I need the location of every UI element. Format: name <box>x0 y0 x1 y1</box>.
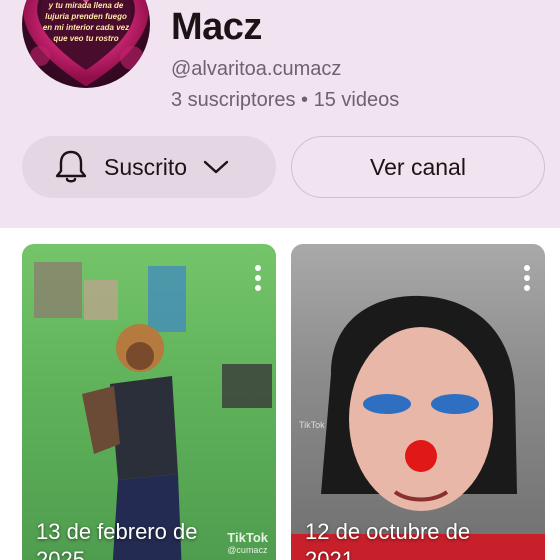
video-card[interactable]: TikTok @cumacz 13 de febrero de 2025 <box>22 244 276 560</box>
avatar-quote-line: que veo tu rostro <box>53 34 119 43</box>
channel-avatar[interactable]: y tu mirada llena de lujuria prenden fue… <box>22 0 150 88</box>
bell-icon <box>55 150 87 183</box>
video-title: 13 de febrero de 2025 <box>36 518 197 560</box>
channel-header: y tu mirada llena de lujuria prenden fue… <box>0 0 560 228</box>
avatar-quote: y tu mirada llena de lujuria prenden fue… <box>30 0 142 44</box>
channel-stats: 3 suscriptores • 15 videos <box>171 89 400 111</box>
video-title-line: 2021 <box>305 547 354 560</box>
chevron-down-icon <box>203 160 229 174</box>
video-thumbnail <box>291 295 545 560</box>
channel-handle: @alvaritoa.cumacz <box>171 58 342 80</box>
video-card[interactable]: TikTok 12 de octubre de 2021 <box>291 244 545 560</box>
tiktok-watermark-user: @cumacz <box>227 545 268 555</box>
video-title: 12 de octubre de 2021 <box>305 518 470 560</box>
video-title-line: 12 de octubre de <box>305 519 471 544</box>
tiktok-watermark: TikTok @cumacz <box>227 530 268 555</box>
tiktok-watermark: TikTok <box>299 420 325 430</box>
channel-name: Macz <box>171 6 262 48</box>
subscribed-button[interactable]: Suscrito <box>22 136 276 198</box>
more-vertical-icon[interactable] <box>523 264 531 292</box>
avatar-quote-line: y tu mirada llena de <box>48 1 124 10</box>
video-title-line: 2025 <box>36 547 85 560</box>
view-channel-button[interactable]: Ver canal <box>291 136 545 198</box>
more-vertical-icon[interactable] <box>254 264 262 292</box>
avatar-quote-line: lujuria prenden fuego <box>45 12 127 21</box>
video-title-line: 13 de febrero de <box>36 519 198 544</box>
avatar-quote-line: en mi interior cada vez <box>42 23 130 32</box>
tiktok-watermark-brand: TikTok <box>227 530 268 545</box>
channel-page: y tu mirada llena de lujuria prenden fue… <box>0 0 560 560</box>
video-thumbnail <box>34 262 272 560</box>
subscribed-label: Suscrito <box>104 153 188 180</box>
